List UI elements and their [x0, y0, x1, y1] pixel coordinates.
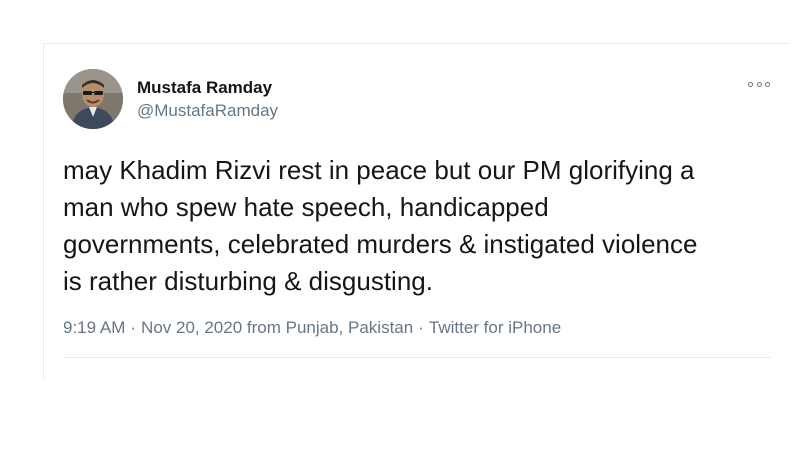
- more-options-icon: [748, 81, 753, 87]
- more-options-icon: [756, 81, 762, 87]
- tweet-text: may Khadim Rizvi rest in peace but our P…: [63, 152, 773, 300]
- more-options-button[interactable]: [748, 77, 770, 91]
- more-options-icon: [765, 81, 770, 87]
- divider: [63, 357, 771, 358]
- user-handle[interactable]: @MustafaRamday: [137, 101, 278, 121]
- tweet-text-line: is rather disturbing & disgusting.: [63, 266, 433, 296]
- tweet-text-line: man who spew hate speech, handicapped: [63, 192, 549, 222]
- display-name[interactable]: Mustafa Ramday: [137, 78, 272, 98]
- tweet-text-line: governments, celebrated murders & instig…: [63, 229, 698, 259]
- separator: ·: [130, 318, 137, 337]
- screenshot-canvas: Mustafa Ramday @MustafaRamday may Khadim…: [0, 0, 800, 450]
- separator: ·: [418, 318, 424, 337]
- avatar-photo-icon: [63, 69, 123, 129]
- tweet-date-location-link[interactable]: Nov 20, 2020 from Punjab, Pakistan: [141, 318, 413, 337]
- avatar[interactable]: [63, 69, 123, 129]
- tweet-text-line: may Khadim Rizvi rest in peace but our P…: [63, 155, 695, 185]
- tweet-source-link[interactable]: Twitter for iPhone: [429, 318, 561, 337]
- tweet-time-link[interactable]: 9:19 AM: [63, 318, 125, 337]
- tweet-metadata: 9:19 AM · Nov 20, 2020 from Punjab, Pakist…: [63, 318, 561, 338]
